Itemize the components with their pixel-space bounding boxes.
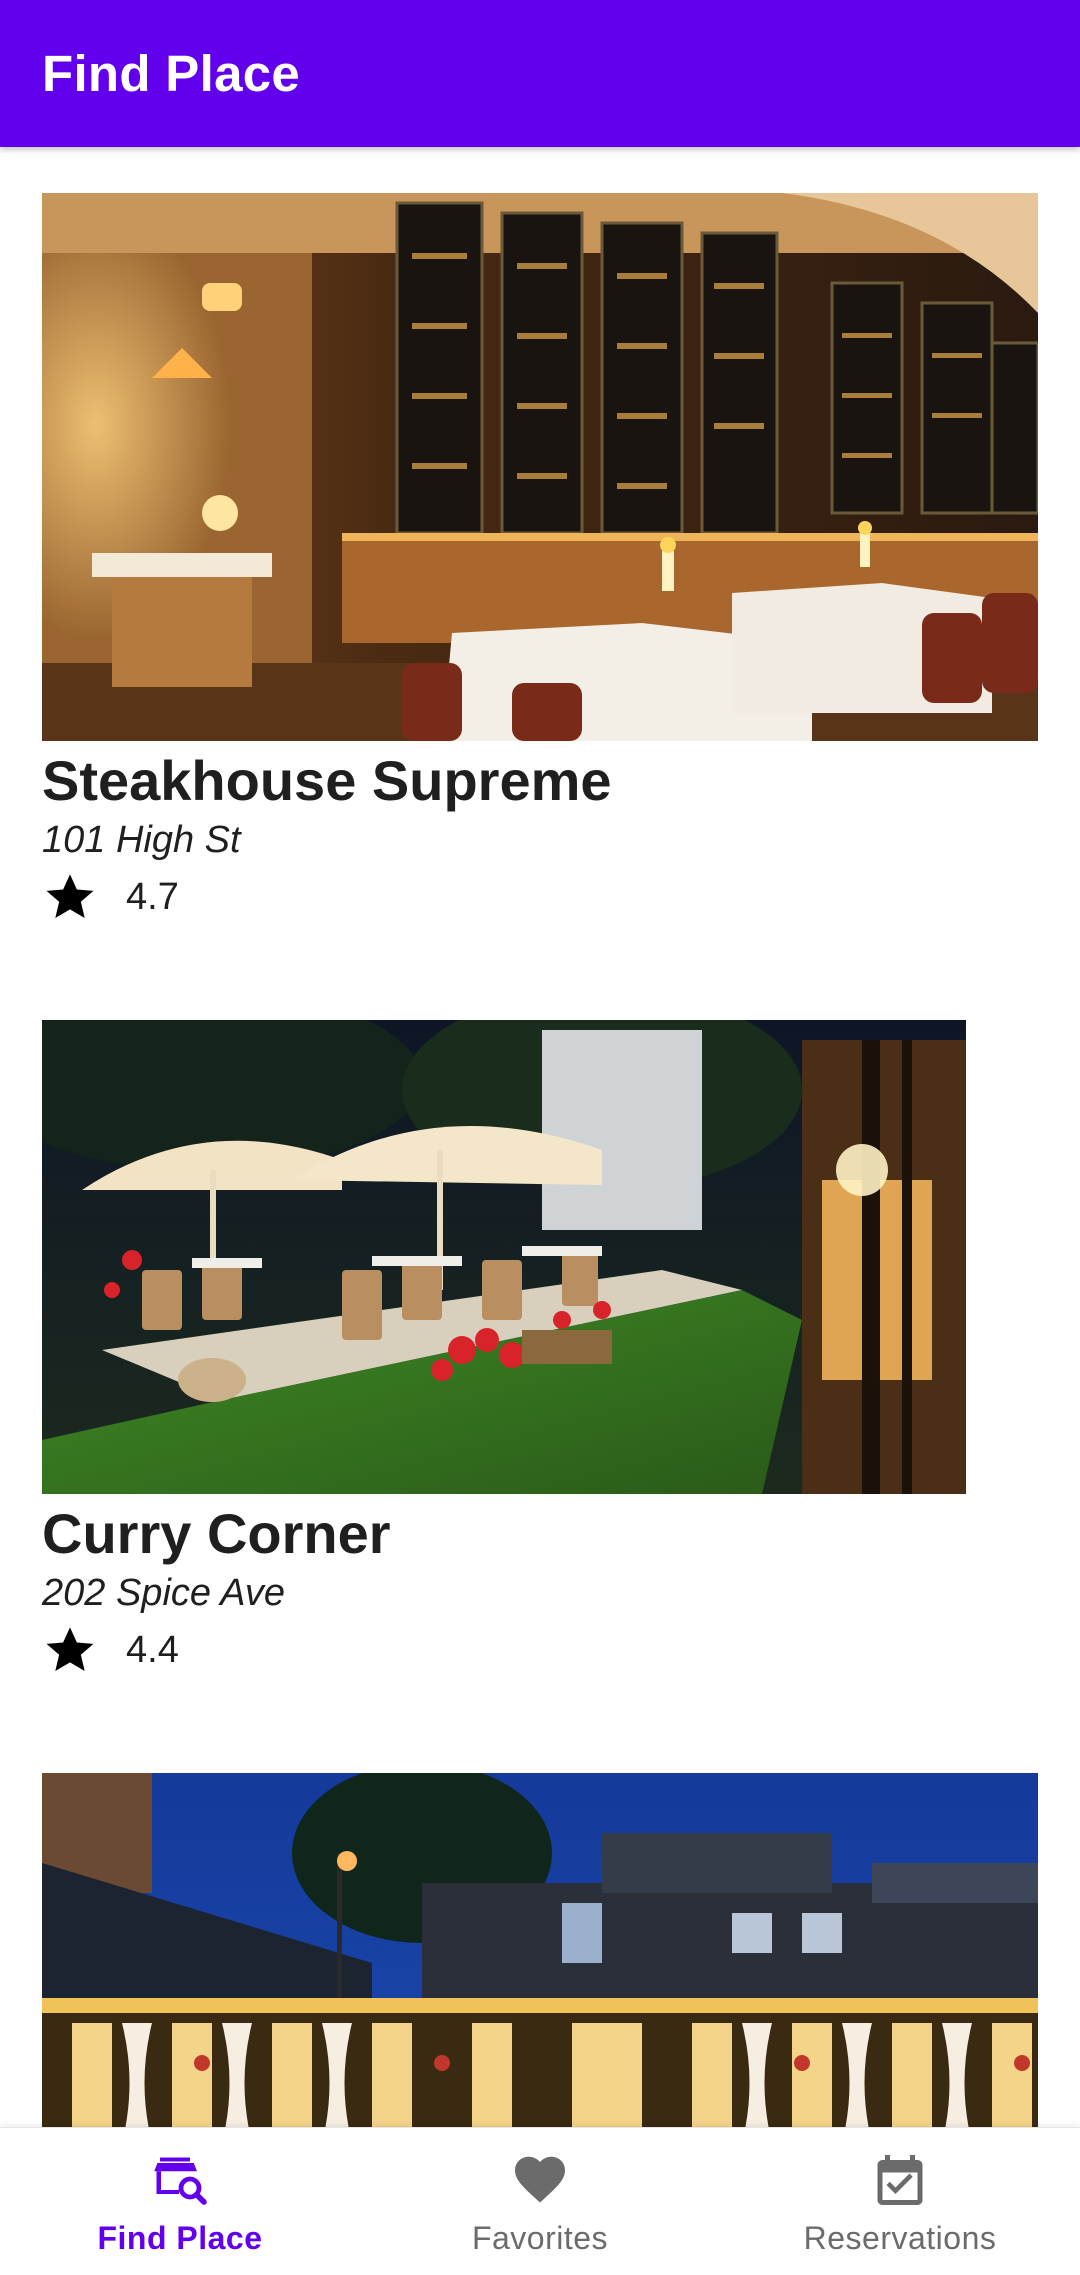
nav-label: Favorites	[471, 2220, 609, 2256]
restaurant-interior-image	[42, 193, 1038, 741]
search-place-icon	[154, 2157, 207, 2205]
place-photo[interactable]	[42, 1020, 966, 1494]
place-card[interactable]: Steakhouse Supreme 101 High St 4.7	[42, 193, 1038, 925]
nav-item-reservations[interactable]: Reservations	[720, 2128, 1080, 2275]
heart-icon	[515, 2156, 565, 2203]
star-icon	[46, 1627, 94, 1671]
place-photo[interactable]	[42, 193, 1038, 741]
star-icon	[46, 874, 94, 918]
restaurant-exterior-image	[42, 1773, 1038, 2127]
nav-label: Find Place	[97, 2220, 263, 2256]
calendar-check-icon	[877, 2155, 923, 2205]
place-name: Steakhouse Supreme	[42, 749, 612, 812]
nav-item-find-place[interactable]: Find Place	[0, 2128, 360, 2275]
place-card[interactable]: Curry Corner 202 Spice Ave 4.4	[42, 1020, 966, 1678]
place-list[interactable]: Steakhouse Supreme 101 High St 4.7 Curry…	[0, 147, 1080, 2127]
restaurant-garden-image	[42, 1020, 966, 1494]
bottom-navigation: Find Place Favorites Reservations	[0, 2127, 1080, 2275]
rating-value: 4.7	[126, 875, 179, 918]
place-address: 202 Spice Ave	[42, 1572, 285, 1614]
rating-row: 4.4	[42, 1622, 966, 1678]
place-address: 101 High St	[42, 819, 241, 861]
nav-label: Reservations	[803, 2220, 997, 2256]
place-name: Curry Corner	[42, 1502, 391, 1565]
place-card[interactable]	[42, 1773, 1038, 2127]
rating-row: 4.7	[42, 869, 1038, 925]
place-photo[interactable]	[42, 1773, 1038, 2127]
rating-value: 4.4	[126, 1628, 179, 1671]
nav-item-favorites[interactable]: Favorites	[360, 2128, 720, 2275]
top-app-bar: Find Place	[0, 0, 1080, 147]
page-title: Find Place	[42, 45, 301, 102]
